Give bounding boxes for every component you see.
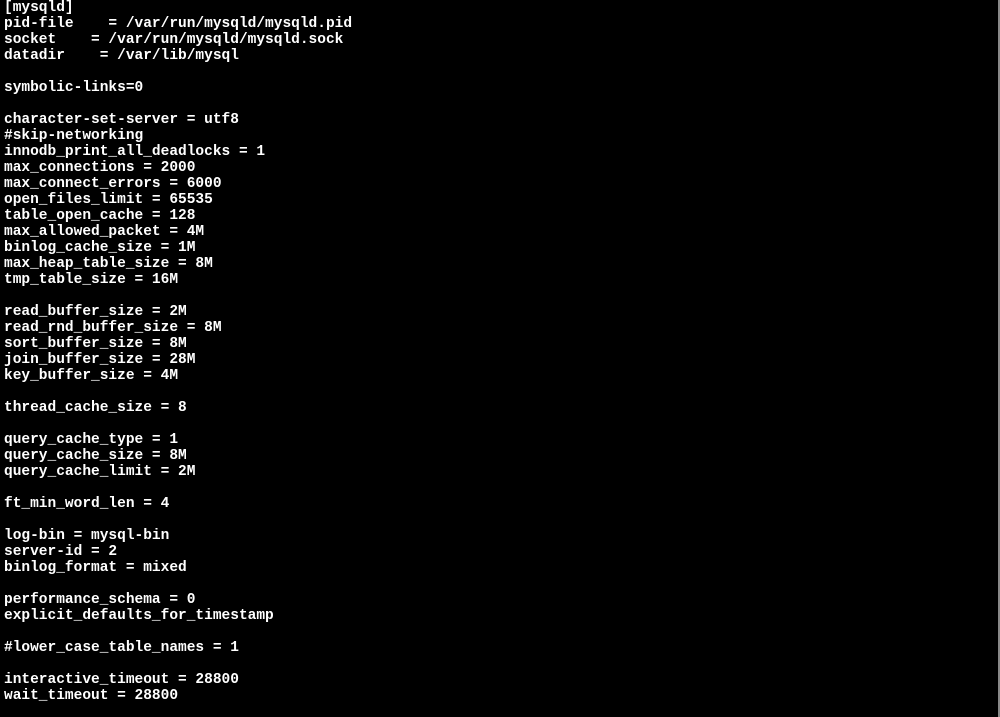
config-line: datadir = /var/lib/mysql	[4, 48, 994, 64]
config-line: wait_timeout = 28800	[4, 688, 994, 704]
config-line: query_cache_size = 8M	[4, 448, 994, 464]
config-line: character-set-server = utf8	[4, 112, 994, 128]
config-line: performance_schema = 0	[4, 592, 994, 608]
config-line	[4, 416, 994, 432]
config-line: thread_cache_size = 8	[4, 400, 994, 416]
config-line: #skip-networking	[4, 128, 994, 144]
config-line	[4, 480, 994, 496]
config-line: socket = /var/run/mysqld/mysqld.sock	[4, 32, 994, 48]
config-line	[4, 624, 994, 640]
config-line: table_open_cache = 128	[4, 208, 994, 224]
config-line: query_cache_limit = 2M	[4, 464, 994, 480]
config-line: log-bin = mysql-bin	[4, 528, 994, 544]
config-line: max_allowed_packet = 4M	[4, 224, 994, 240]
config-line	[4, 64, 994, 80]
config-line: [mysqld]	[4, 0, 994, 16]
config-line: server-id = 2	[4, 544, 994, 560]
config-line: sort_buffer_size = 8M	[4, 336, 994, 352]
config-line: key_buffer_size = 4M	[4, 368, 994, 384]
config-line: max_connect_errors = 6000	[4, 176, 994, 192]
terminal-viewport[interactable]: [mysqld]pid-file = /var/run/mysqld/mysql…	[0, 0, 1000, 717]
config-line	[4, 512, 994, 528]
config-line: binlog_format = mixed	[4, 560, 994, 576]
config-line	[4, 704, 994, 717]
config-line: tmp_table_size = 16M	[4, 272, 994, 288]
config-line: max_heap_table_size = 8M	[4, 256, 994, 272]
config-line: binlog_cache_size = 1M	[4, 240, 994, 256]
config-line: ft_min_word_len = 4	[4, 496, 994, 512]
config-line: read_buffer_size = 2M	[4, 304, 994, 320]
config-line: #lower_case_table_names = 1	[4, 640, 994, 656]
config-line: open_files_limit = 65535	[4, 192, 994, 208]
config-line: read_rnd_buffer_size = 8M	[4, 320, 994, 336]
config-line: query_cache_type = 1	[4, 432, 994, 448]
config-line: pid-file = /var/run/mysqld/mysqld.pid	[4, 16, 994, 32]
config-line	[4, 656, 994, 672]
config-line: explicit_defaults_for_timestamp	[4, 608, 994, 624]
config-line: max_connections = 2000	[4, 160, 994, 176]
config-line: innodb_print_all_deadlocks = 1	[4, 144, 994, 160]
config-line: interactive_timeout = 28800	[4, 672, 994, 688]
config-line	[4, 384, 994, 400]
config-line	[4, 96, 994, 112]
config-line: symbolic-links=0	[4, 80, 994, 96]
config-line: join_buffer_size = 28M	[4, 352, 994, 368]
config-line	[4, 576, 994, 592]
config-line	[4, 288, 994, 304]
